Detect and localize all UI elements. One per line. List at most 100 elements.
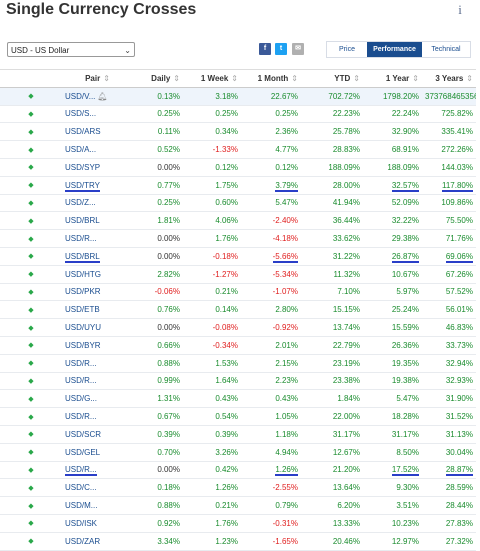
table-row[interactable]: ◆ USD/G... 1.31% 0.43% 0.43% 1.84% 5.47% 31.90% xyxy=(0,389,476,409)
year-header[interactable]: 1 Year ⇕ xyxy=(363,69,422,88)
ytd-header[interactable]: YTD ⇕ xyxy=(301,69,363,88)
pair-link[interactable]: USD/R... xyxy=(62,372,133,391)
pair-link[interactable]: USD/UYU xyxy=(62,318,133,337)
pair-link[interactable]: USD/R... xyxy=(62,354,133,373)
pair-link[interactable]: USD/R... xyxy=(62,407,133,426)
table-row[interactable]: ◆ USD/TRY 0.77% 1.75% 3.79% 28.00% 32.57% 117.8… xyxy=(0,176,476,195)
pair-link[interactable]: USD/V... 🔔︎ xyxy=(62,87,133,106)
tab-price[interactable]: Price xyxy=(327,42,367,57)
table-row[interactable]: ◆ USD/C... 0.18% 1.26% -2.55% 13.64% 9.30% 28.5… xyxy=(0,478,476,498)
pair-link[interactable]: USD/GEL xyxy=(62,443,133,462)
tab-technical[interactable]: Technical xyxy=(422,42,470,57)
table-row[interactable]: ◆ USD/ETB 0.76% 0.14% 2.80% 15.15% 25.24% 56.01… xyxy=(0,300,476,320)
year-cell: 26.36% xyxy=(363,336,422,355)
table-row[interactable]: ◆ USD/A... 0.52% -1.33% 4.77% 28.83% 68.91% 272… xyxy=(0,140,476,159)
pair-link[interactable]: USD/M... xyxy=(62,496,133,515)
week-cell: 0.42% xyxy=(183,461,241,480)
pair-link[interactable]: USD/ETB xyxy=(62,300,133,320)
pair-link[interactable]: USD/BYR xyxy=(62,336,133,355)
table-row[interactable]: ◆ USD/BRL 1.81% 4.06% -2.40% 36.44% 32.22% 75.5… xyxy=(0,211,476,231)
pair-link[interactable]: USD/R... xyxy=(62,461,133,480)
pair-link[interactable]: USD/SYP xyxy=(62,158,133,177)
years3-cell: 373768465356.34% xyxy=(422,87,476,106)
table-row[interactable]: ◆ USD/M... 0.88% 0.21% 0.79% 6.20% 3.51% 28.44% xyxy=(0,496,476,515)
pair-link[interactable]: USD/ARS xyxy=(62,122,133,142)
ytd-cell: 11.32% xyxy=(301,265,363,284)
table-row[interactable]: ◆ USD/R... 0.88% 1.53% 2.15% 23.19% 19.35% 32.9… xyxy=(0,354,476,373)
month-header[interactable]: 1 Month ⇕ xyxy=(241,69,301,88)
years3-cell: 75.50% xyxy=(422,211,476,231)
pair-link[interactable]: USD/Z... xyxy=(62,194,133,213)
green-diamond-icon: ◆ xyxy=(0,87,62,106)
table-row[interactable]: ◆ USD/ZAR 3.34% 1.23% -1.65% 20.46% 12.97% 27.3… xyxy=(0,532,476,551)
pair-link[interactable]: USD/R... xyxy=(62,229,133,248)
year-cell: 5.97% xyxy=(363,283,422,302)
years3-cell: 28.44% xyxy=(422,496,476,515)
table-row[interactable]: ◆ USD/GEL 0.70% 3.26% 4.94% 12.67% 8.50% 30.04% xyxy=(0,443,476,462)
table-row[interactable]: ◆ USD/Z... 0.25% 0.60% 5.47% 41.94% 52.09% 109.… xyxy=(0,194,476,213)
table-row[interactable]: ◆ USD/S... 0.25% 0.25% 0.25% 22.23% 22.24% 725.… xyxy=(0,105,476,124)
pair-link[interactable]: USD/ISK xyxy=(62,514,133,533)
pair-link[interactable]: USD/TRY xyxy=(62,176,133,195)
green-diamond-icon: ◆ xyxy=(0,478,62,498)
month-cell: 2.23% xyxy=(241,372,301,391)
table-row[interactable]: ◆ USD/R... 0.00% 1.76% -4.18% 33.62% 29.38% 71.… xyxy=(0,229,476,248)
pair-link[interactable]: USD/PKR xyxy=(62,283,133,302)
daily-cell: 0.52% xyxy=(133,140,183,159)
daily-cell: 0.70% xyxy=(133,443,183,462)
tab-performance[interactable]: Performance xyxy=(367,42,422,57)
years3-header[interactable]: 3 Years ⇕ xyxy=(422,69,476,88)
bell-icon[interactable]: 🔔︎ xyxy=(97,92,107,101)
daily-cell: 0.92% xyxy=(133,514,183,533)
daily-cell: 0.39% xyxy=(133,425,183,444)
week-header[interactable]: 1 Week ⇕ xyxy=(183,69,241,88)
table-row[interactable]: ◆ USD/BRL 0.00% -0.18% -5.66% 31.22% 26.87% 69.… xyxy=(0,247,476,266)
green-diamond-icon: ◆ xyxy=(0,211,62,231)
pair-link[interactable]: USD/BRL xyxy=(62,211,133,231)
pair-link[interactable]: USD/HTG xyxy=(62,265,133,284)
week-cell: 1.64% xyxy=(183,372,241,391)
pair-link[interactable]: USD/C... xyxy=(62,478,133,498)
table-row[interactable]: ◆ USD/UYU 0.00% -0.08% -0.92% 13.74% 15.59% 46.… xyxy=(0,318,476,337)
table-row[interactable]: ◆ USD/ISK 0.92% 1.76% -0.31% 13.33% 10.23% 27.8… xyxy=(0,514,476,533)
table-row[interactable]: ◆ USD/SYP 0.00% 0.12% 0.12% 188.09% 188.09% 144… xyxy=(0,158,476,177)
ytd-cell: 28.83% xyxy=(301,140,363,159)
table-row[interactable]: ◆ USD/PKR -0.06% 0.21% -1.07% 7.10% 5.97% 57.52… xyxy=(0,283,476,302)
daily-cell: 0.67% xyxy=(133,407,183,426)
year-cell: 26.87% xyxy=(363,247,422,266)
year-cell: 31.17% xyxy=(363,425,422,444)
twitter-icon[interactable]: t xyxy=(275,43,287,55)
facebook-icon[interactable]: f xyxy=(259,43,271,55)
pair-link[interactable]: USD/A... xyxy=(62,140,133,159)
table-row[interactable]: ◆ USD/BYR 0.66% -0.34% 2.01% 22.79% 26.36% 33.7… xyxy=(0,336,476,355)
years3-cell: 57.52% xyxy=(422,283,476,302)
year-cell: 32.57% xyxy=(363,176,422,195)
week-cell: 0.21% xyxy=(183,496,241,515)
ytd-cell: 702.72% xyxy=(301,87,363,106)
table-row[interactable]: ◆ USD/SCR 0.39% 0.39% 1.18% 31.17% 31.17% 31.13… xyxy=(0,425,476,444)
month-cell: 1.26% xyxy=(241,461,301,480)
pair-link[interactable]: USD/S... xyxy=(62,105,133,124)
week-cell: 0.60% xyxy=(183,194,241,213)
week-cell: 1.26% xyxy=(183,478,241,498)
currency-select[interactable]: USD - US Dollar ⌄ xyxy=(7,42,135,57)
table-row[interactable]: ◆ USD/V... 🔔︎ 0.13% 3.18% 22.67% 702.72% 1798.2… xyxy=(0,87,476,106)
table-row[interactable]: ◆ USD/R... 0.99% 1.64% 2.23% 23.38% 19.38% 32.9… xyxy=(0,372,476,391)
year-cell: 12.97% xyxy=(363,532,422,551)
pair-link[interactable]: USD/G... xyxy=(62,389,133,409)
daily-cell: 0.76% xyxy=(133,300,183,320)
year-cell: 1798.20% xyxy=(363,87,422,106)
pair-link[interactable]: USD/BRL xyxy=(62,247,133,266)
pair-header[interactable]: Pair ⇕ xyxy=(62,69,133,88)
email-icon[interactable]: ✉ xyxy=(292,43,304,55)
daily-cell: 0.77% xyxy=(133,176,183,195)
table-row[interactable]: ◆ USD/ARS 0.11% 0.34% 2.36% 25.78% 32.90% 335.4… xyxy=(0,122,476,142)
table-row[interactable]: ◆ USD/R... 0.67% 0.54% 1.05% 22.00% 18.28% 31.5… xyxy=(0,407,476,426)
daily-header[interactable]: Daily ⇕ xyxy=(133,69,183,88)
green-diamond-icon: ◆ xyxy=(0,461,62,480)
pair-link[interactable]: USD/ZAR xyxy=(62,532,133,551)
table-row[interactable]: ◆ USD/R... 0.00% 0.42% 1.26% 21.20% 17.52% 28.8… xyxy=(0,461,476,480)
info-icon[interactable]: i xyxy=(454,2,466,18)
pair-link[interactable]: USD/SCR xyxy=(62,425,133,444)
table-row[interactable]: ◆ USD/HTG 2.82% -1.27% -5.34% 11.32% 10.67% 67.… xyxy=(0,265,476,284)
